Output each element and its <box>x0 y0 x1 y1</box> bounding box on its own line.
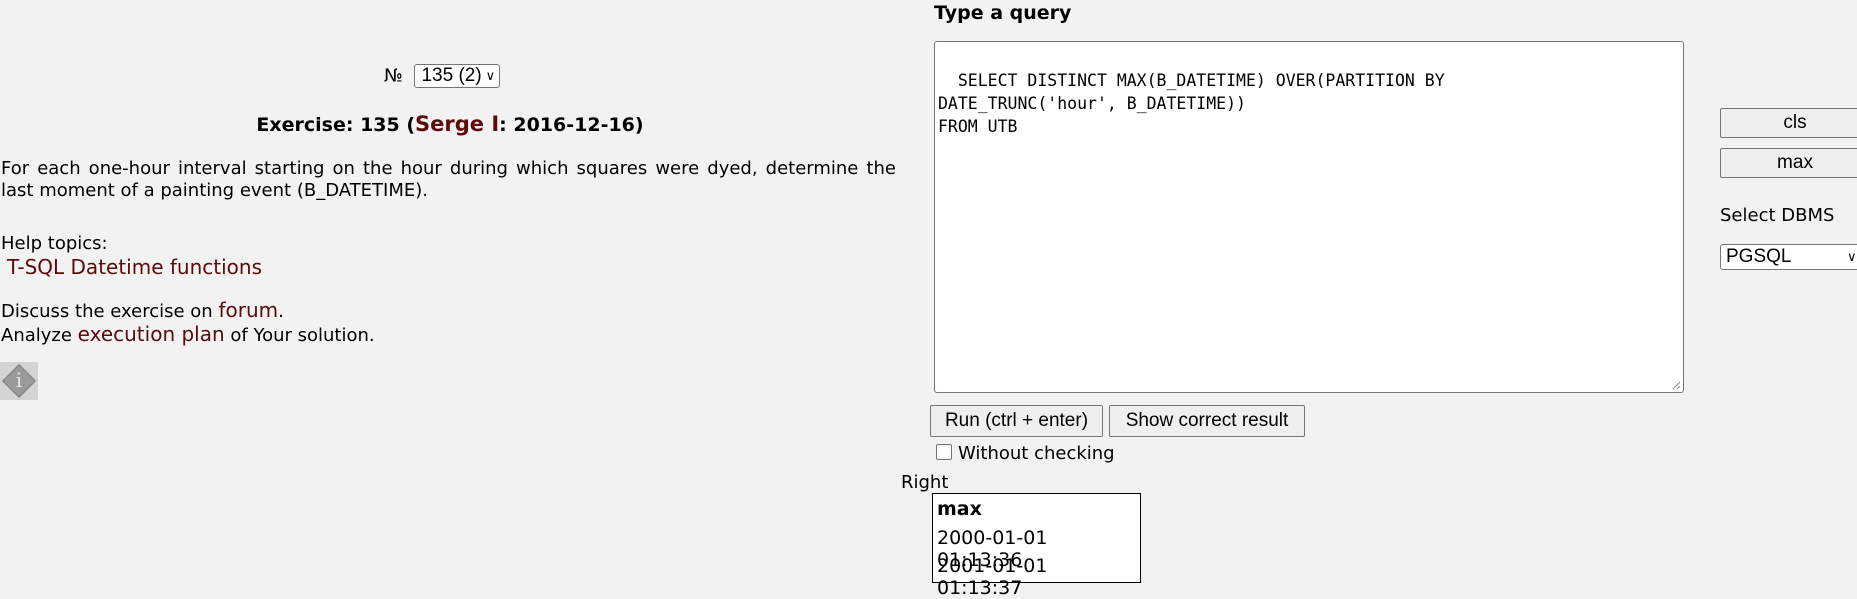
analyze-text: Analyze <box>1 325 78 346</box>
without-checking-row: Without checking <box>936 443 1115 464</box>
discuss-line: Discuss the exercise on forum. <box>1 298 284 322</box>
exercise-panel: № 135 (2) ∨ Exercise: 135 (Serge I: 2016-… <box>0 0 900 573</box>
info-button[interactable]: i <box>0 362 38 400</box>
exercise-title-prefix: Exercise: 135 ( <box>256 114 416 136</box>
forum-link[interactable]: forum <box>218 298 278 322</box>
help-topics-heading: Help topics: <box>1 233 108 254</box>
table-row: 2001-01-01 01:13:37 <box>933 550 1140 599</box>
show-correct-result-button[interactable]: Show correct result <box>1109 405 1305 437</box>
query-editor[interactable]: SELECT DISTINCT MAX(B_DATETIME) OVER(PAR… <box>934 41 1684 393</box>
result-column-header: max <box>937 498 982 520</box>
query-text: SELECT DISTINCT MAX(B_DATETIME) OVER(PAR… <box>938 71 1445 136</box>
discuss-text: Discuss the exercise on <box>1 301 219 322</box>
dbms-select[interactable]: PGSQL ∨ <box>1720 244 1857 270</box>
chevron-down-icon: ∨ <box>485 68 496 83</box>
table-row: 2000-01-01 01:13:36 <box>933 522 1140 571</box>
without-checking-checkbox[interactable] <box>936 444 952 460</box>
result-table: max 2000-01-01 01:13:36 2001-01-01 01:13… <box>932 493 1141 599</box>
author-link[interactable]: Serge I <box>415 112 499 136</box>
run-button[interactable]: Run (ctrl + enter) <box>930 405 1103 437</box>
query-label: Type a query <box>934 2 1072 24</box>
exercise-description: For each one-hour interval starting on t… <box>1 158 896 201</box>
execution-plan-link[interactable]: execution plan <box>78 322 225 346</box>
select-dbms-label: Select DBMS <box>1720 205 1835 226</box>
cls-button[interactable]: cls <box>1720 108 1857 138</box>
without-checking-label: Without checking <box>958 443 1115 464</box>
help-topic-link[interactable]: T-SQL Datetime functions <box>7 255 262 279</box>
exercise-number-prefix: № <box>384 65 403 87</box>
analyze-suffix: of Your solution. <box>224 325 375 346</box>
resize-grip-icon[interactable] <box>1671 380 1681 390</box>
discuss-period: . <box>278 301 284 322</box>
exercise-select-value: 135 (2) <box>421 65 482 86</box>
exercise-selector-row: № 135 (2) ∨ <box>384 64 501 88</box>
exercise-title-suffix: : 2016-12-16) <box>499 114 644 136</box>
max-button[interactable]: max <box>1720 148 1857 178</box>
dbms-select-value: PGSQL <box>1726 246 1792 267</box>
chevron-down-icon: ∨ <box>1847 249 1857 264</box>
exercise-select[interactable]: 135 (2) ∨ <box>414 64 501 88</box>
exercise-title: Exercise: 135 (Serge I: 2016-12-16) <box>0 112 900 136</box>
result-status: Right <box>901 472 949 493</box>
analyze-line: Analyze execution plan of Your solution. <box>1 322 375 346</box>
